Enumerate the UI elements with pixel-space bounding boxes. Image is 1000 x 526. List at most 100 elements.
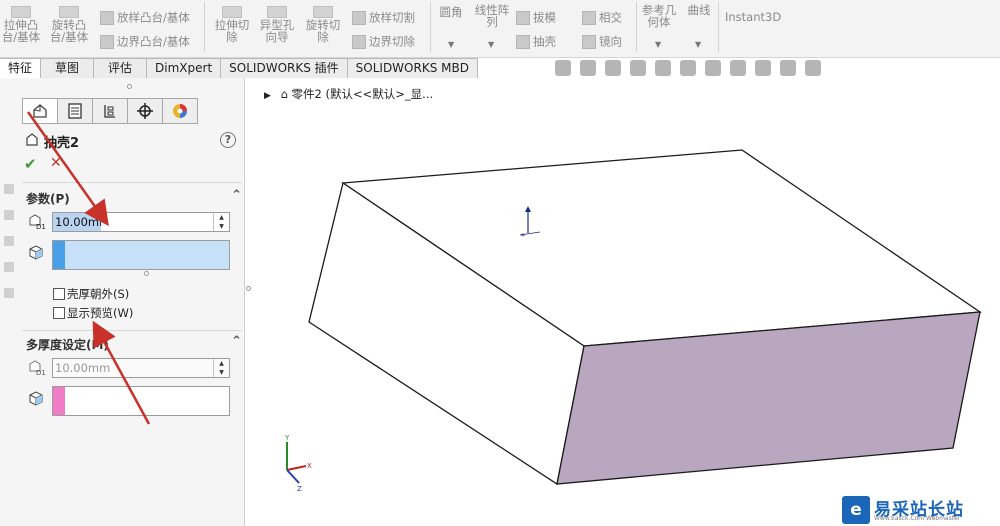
revolve-cut-icon — [313, 6, 333, 18]
tab-solidworks-addins[interactable]: SOLIDWORKS 插件 — [220, 58, 348, 78]
collapsed-feature-tree-strip — [0, 168, 20, 368]
property-manager-icon — [68, 103, 82, 119]
draft-button[interactable]: 拔模 — [516, 11, 556, 25]
shell-outward-checkbox[interactable]: 壳厚朝外(S) — [53, 286, 129, 302]
tab-display-manager[interactable] — [162, 98, 198, 124]
extrude-boss-button[interactable]: 拉伸凸 台/基体 — [0, 6, 42, 43]
tab-features[interactable]: 特征 — [0, 58, 42, 78]
pattern-dropdown-icon[interactable]: ▼ — [488, 40, 494, 49]
hole-wizard-icon — [267, 6, 287, 18]
mirror-icon — [582, 35, 596, 49]
flyout-feature-tree[interactable]: ▶ ⌂ 零件2 (默认<<默认>_显... — [264, 86, 433, 102]
intersect-icon — [582, 11, 596, 25]
linear-pattern-button[interactable]: 线性阵 列 — [470, 4, 514, 28]
zoom-to-area-icon[interactable] — [580, 60, 596, 76]
view-orientation-icon[interactable] — [680, 60, 696, 76]
reference-geometry-button[interactable]: 参考几 何体 — [640, 4, 678, 28]
svg-text:D1: D1 — [36, 223, 46, 230]
hide-show-items-icon[interactable] — [730, 60, 746, 76]
instant3d-button[interactable]: Instant3D — [725, 11, 781, 23]
parameters-section-header[interactable]: 参数(P) ⌃ — [26, 188, 246, 208]
panel-splitter-handle[interactable] — [127, 84, 132, 89]
extrude-cut-icon — [222, 6, 242, 18]
separator — [204, 2, 205, 52]
tab-solidworks-mbd[interactable]: SOLIDWORKS MBD — [346, 58, 478, 78]
fillet-button[interactable]: 圆角 — [434, 6, 468, 18]
dimxpert-manager-icon — [137, 103, 153, 119]
curves-dropdown-icon[interactable]: ▼ — [695, 40, 701, 49]
curves-button[interactable]: 曲线 — [682, 4, 716, 16]
section-view-icon[interactable] — [630, 60, 646, 76]
command-manager-ribbon: 拉伸凸 台/基体 旋转凸 台/基体 放样凸台/基体 边界凸台/基体 拉伸切 除 … — [0, 0, 1000, 58]
feature-title: 抽壳2 — [44, 136, 80, 151]
collapse-caret-icon[interactable]: ⌃ — [231, 334, 242, 349]
ok-checkmark-icon[interactable]: ✔ — [24, 155, 37, 173]
boundary-cut-button[interactable]: 边界切除 — [352, 35, 415, 49]
boundary-cut-icon — [352, 35, 366, 49]
display-style-icon[interactable] — [705, 60, 721, 76]
selection-color-bar — [53, 241, 65, 269]
thickness-input[interactable] — [53, 213, 101, 231]
multi-thickness-faces-icon — [29, 391, 43, 406]
command-manager-tabs: 特征 草图 评估 DimXpert SOLIDWORKS 插件 SOLIDWOR… — [0, 58, 478, 78]
stepper-arrows[interactable]: ▲ ▼ — [213, 213, 229, 231]
apply-scene-icon[interactable] — [780, 60, 796, 76]
collapse-caret-icon[interactable]: ⌃ — [231, 188, 242, 203]
revolve-boss-button[interactable]: 旋转凸 台/基体 — [46, 6, 92, 43]
tab-evaluate[interactable]: 评估 — [93, 58, 148, 78]
checkbox-box[interactable] — [53, 288, 65, 300]
intersect-button[interactable]: 相交 — [582, 11, 622, 25]
thickness-stepper[interactable]: ▲▼ — [52, 212, 230, 232]
zoom-to-fit-icon[interactable] — [555, 60, 571, 76]
hole-wizard-button[interactable]: 异型孔 向导 — [256, 6, 298, 43]
checkbox-box[interactable] — [53, 307, 65, 319]
multi-thickness-faces-box[interactable] — [52, 386, 230, 416]
tab-configuration-manager[interactable] — [92, 98, 128, 124]
site-watermark: e 易采站长站 Www.Easck.Com Webmaster — [838, 494, 1000, 526]
help-icon[interactable]: ? — [220, 132, 236, 148]
cancel-x-icon[interactable]: ✕ — [50, 155, 62, 171]
revolve-cut-button[interactable]: 旋转切 除 — [302, 6, 344, 43]
tab-property-manager[interactable] — [57, 98, 93, 124]
list-resize-handle[interactable] — [144, 271, 149, 276]
previous-view-icon[interactable] — [605, 60, 621, 76]
mirror-button[interactable]: 镜向 — [582, 35, 622, 49]
separator — [718, 2, 719, 52]
tab-dimxpert-manager[interactable] — [127, 98, 163, 124]
heads-up-view-toolbar — [555, 60, 821, 80]
selection-color-bar — [53, 387, 65, 415]
edit-appearance-icon[interactable] — [755, 60, 771, 76]
shell-feature-icon — [26, 133, 38, 146]
divider — [22, 182, 242, 183]
part-icon: ⌂ — [280, 87, 288, 101]
feature-manager-icon — [33, 104, 47, 118]
extrude-cut-button[interactable]: 拉伸切 除 — [210, 6, 254, 43]
fillet-dropdown-icon[interactable]: ▼ — [448, 40, 454, 49]
view-settings-icon[interactable] — [805, 60, 821, 76]
boundary-icon — [100, 35, 114, 49]
tab-feature-manager[interactable] — [22, 98, 58, 124]
multi-thickness-stepper[interactable]: ▲▼ — [52, 358, 230, 378]
manager-tabs — [22, 98, 198, 124]
dynamic-annotation-icon[interactable] — [655, 60, 671, 76]
extrude-boss-icon — [11, 6, 31, 18]
draft-icon — [516, 11, 530, 25]
multi-thickness-input[interactable] — [53, 359, 208, 377]
property-manager-panel: 抽壳2 ? ✔ ✕ 参数(P) ⌃ D1 ▲▼ 壳厚朝外(S) 显示预览(W) … — [0, 78, 251, 526]
ref-geometry-dropdown-icon[interactable]: ▼ — [655, 40, 661, 49]
shell-button[interactable]: 抽壳 — [516, 35, 556, 49]
revolve-boss-icon — [59, 6, 79, 18]
multi-thickness-section-header[interactable]: 多厚度设定(M) ⌃ — [26, 334, 246, 354]
stepper-arrows[interactable]: ▲ ▼ — [213, 359, 229, 377]
show-preview-checkbox[interactable]: 显示预览(W) — [53, 305, 133, 321]
tab-dimxpert[interactable]: DimXpert — [146, 58, 222, 78]
loft-cut-button[interactable]: 放样切割 — [352, 11, 415, 25]
tab-sketch[interactable]: 草图 — [40, 58, 95, 78]
svg-text:D1: D1 — [36, 369, 46, 376]
divider — [22, 330, 242, 331]
faces-to-remove-selection-box[interactable] — [52, 240, 230, 270]
boundary-boss-button[interactable]: 边界凸台/基体 — [100, 35, 190, 49]
shell-icon — [516, 35, 530, 49]
loft-boss-button[interactable]: 放样凸台/基体 — [100, 11, 190, 25]
expand-arrow-icon[interactable]: ▶ — [264, 91, 271, 101]
